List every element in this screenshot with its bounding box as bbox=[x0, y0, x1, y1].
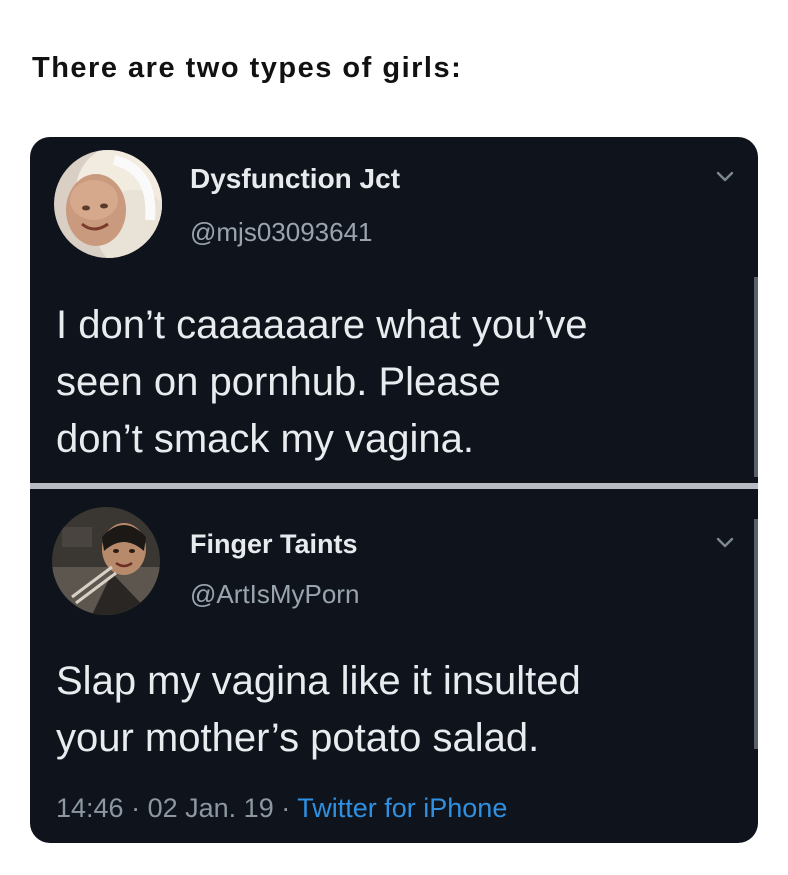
twitter-screenshot: Dysfunction Jct @mjs03093641 I don’t caa… bbox=[30, 137, 758, 843]
tweet-text-line: Slap my vagina like it insulted bbox=[56, 659, 581, 703]
display-name[interactable]: Finger Taints bbox=[190, 529, 358, 560]
tweet-text: I don’t caaaaaare what you’ve seen on po… bbox=[56, 297, 746, 468]
tweet-meta: 14:46 · 02 Jan. 19 · Twitter for iPhone bbox=[56, 793, 507, 824]
chevron-down-icon[interactable] bbox=[714, 165, 736, 187]
chevron-down-icon[interactable] bbox=[714, 531, 736, 553]
scrollbar bbox=[754, 277, 758, 477]
tweet-card[interactable]: Dysfunction Jct @mjs03093641 I don’t caa… bbox=[30, 137, 758, 483]
tweet-text-line: I don’t caaaaaare what you’ve bbox=[56, 303, 588, 347]
meta-separator: · bbox=[131, 793, 141, 823]
tweet-card[interactable]: Finger Taints @ArtIsMyPorn Slap my vagin… bbox=[30, 489, 758, 843]
avatar[interactable] bbox=[54, 150, 162, 258]
tweet-source-link[interactable]: Twitter for iPhone bbox=[297, 793, 507, 823]
display-name[interactable]: Dysfunction Jct bbox=[190, 163, 400, 195]
tweet-text-line: seen on pornhub. Please bbox=[56, 360, 501, 404]
user-handle[interactable]: @mjs03093641 bbox=[190, 217, 373, 248]
tweet-time[interactable]: 14:46 bbox=[56, 793, 124, 823]
tweet-text-line: your mother’s potato salad. bbox=[56, 716, 540, 760]
meme-caption: There are two types of girls: bbox=[32, 52, 463, 84]
user-handle[interactable]: @ArtIsMyPorn bbox=[190, 579, 359, 610]
scrollbar bbox=[754, 519, 758, 749]
avatar[interactable] bbox=[52, 507, 160, 615]
tweet-text-line: don’t smack my vagina. bbox=[56, 417, 474, 461]
tweet-text: Slap my vagina like it insulted your mot… bbox=[56, 653, 746, 767]
tweet-date[interactable]: 02 Jan. 19 bbox=[148, 793, 274, 823]
meta-separator: · bbox=[281, 793, 291, 823]
